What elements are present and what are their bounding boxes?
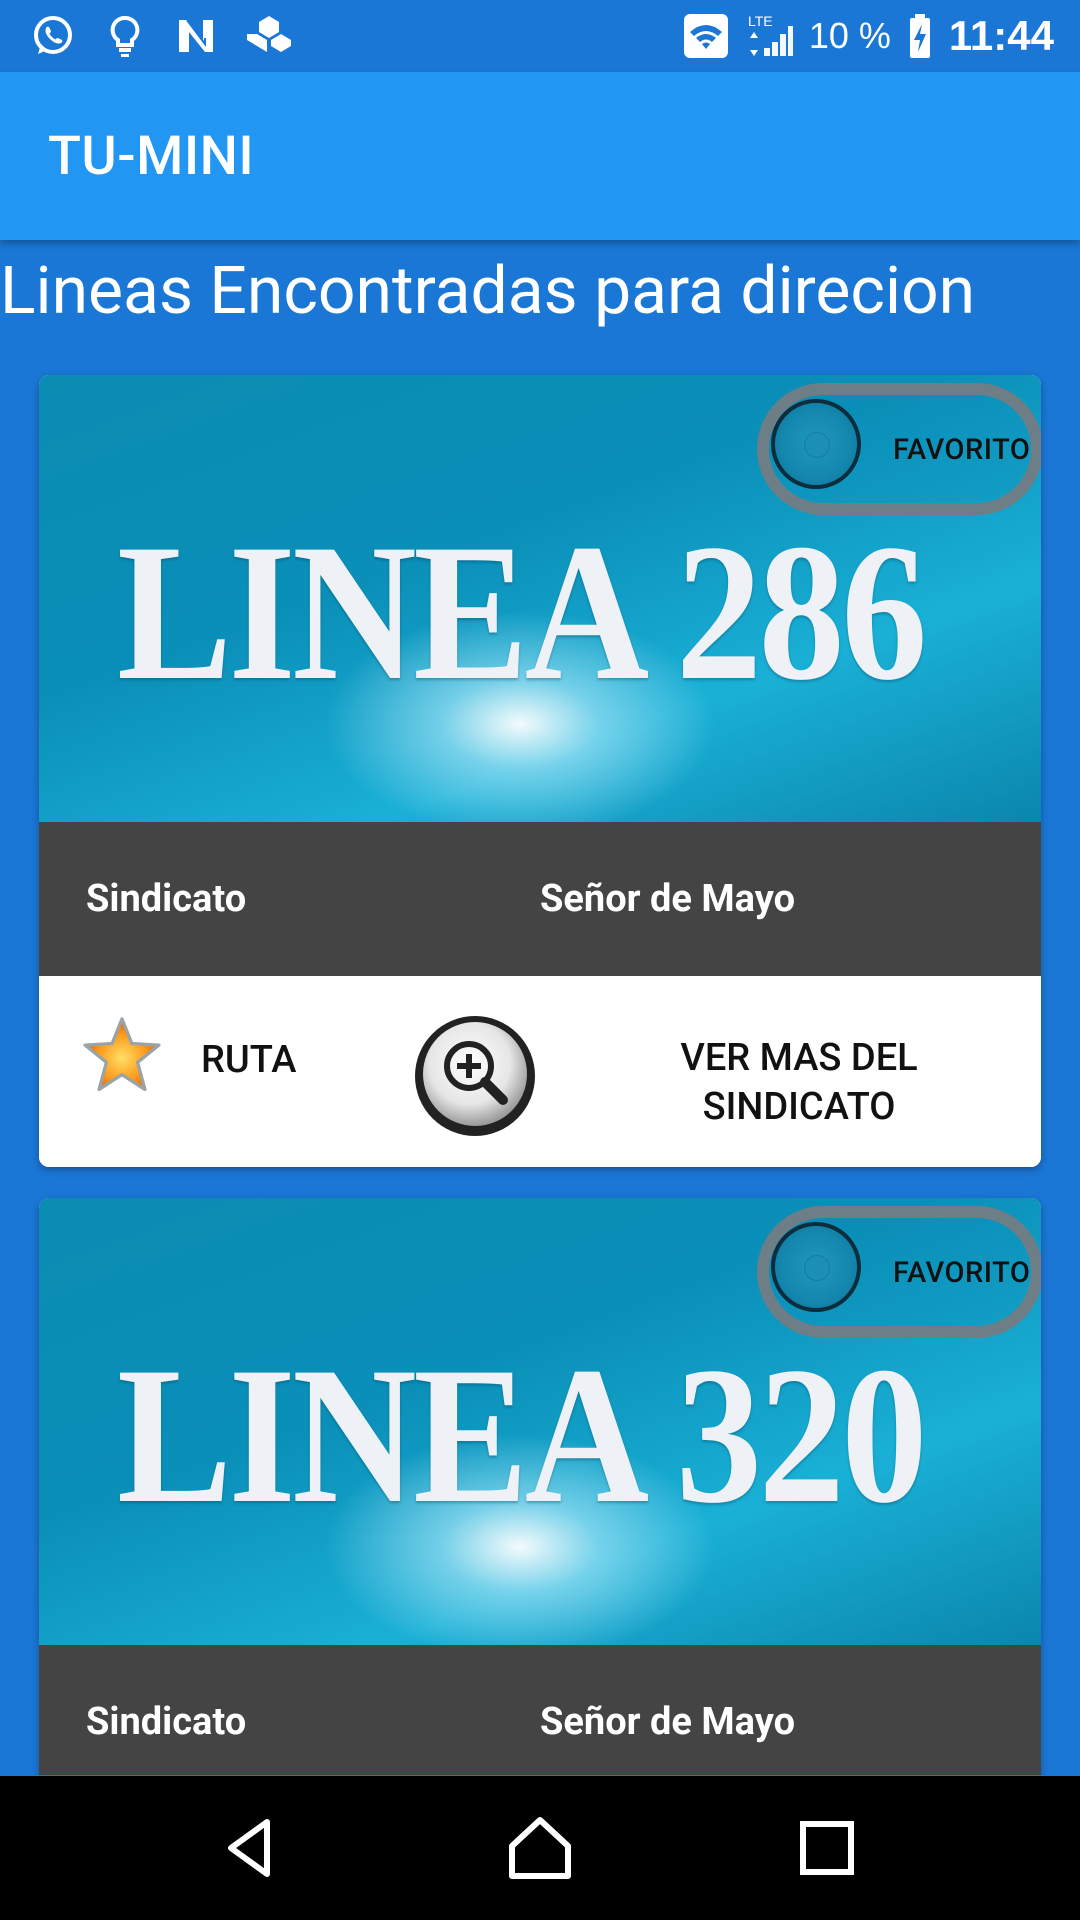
- clock: 11:44: [948, 12, 1054, 59]
- favorite-toggle[interactable]: FAVORITO: [741, 375, 1041, 525]
- line-title: LINEA 320: [117, 1327, 927, 1544]
- line-info-band: Sindicato Señor de Mayo: [39, 822, 1041, 976]
- line-info-band: Sindicato Señor de Mayo: [39, 1645, 1041, 1775]
- whatsapp-icon: [28, 11, 78, 61]
- status-bar: LTE 10 % 11:44: [0, 0, 1080, 72]
- union-name: Señor de Mayo: [540, 877, 796, 921]
- union-name: Señor de Mayo: [540, 1700, 796, 1744]
- see-more-line1: VER MAS DEL: [680, 1036, 918, 1080]
- svg-text:LTE: LTE: [748, 13, 773, 29]
- line-results-list[interactable]: Lineas Encontradas para direcion LINEA 2…: [0, 240, 1080, 1775]
- see-more-line2: SINDICATO: [702, 1085, 896, 1129]
- cubes-app-icon: [244, 11, 294, 61]
- toggle-knob: [771, 1222, 861, 1312]
- union-label: Sindicato: [86, 877, 247, 921]
- lightbulb-icon: [100, 11, 150, 61]
- line-title: LINEA 286: [117, 504, 927, 721]
- recents-icon[interactable]: [782, 1803, 872, 1893]
- back-icon[interactable]: [208, 1803, 298, 1893]
- favorite-toggle[interactable]: FAVORITO: [741, 1198, 1041, 1348]
- favorite-label: FAVORITO: [893, 433, 1031, 467]
- battery-charging-icon: [905, 11, 935, 61]
- lte-signal-icon: LTE: [745, 11, 795, 61]
- see-more-union-button[interactable]: VER MAS DEL SINDICATO: [649, 1034, 949, 1132]
- union-label: Sindicato: [86, 1700, 247, 1744]
- navigation-bar: [0, 1776, 1080, 1920]
- n-app-icon: [172, 11, 222, 61]
- line-actions: RUTA VER MAS DEL SINDICATO: [39, 976, 1041, 1167]
- line-banner-image: LINEA 320 FAVORITO: [39, 1198, 1041, 1645]
- app-bar: TU-MINI: [0, 72, 1080, 240]
- line-card: LINEA 286 FAVORITO Sindicato Señor de Ma…: [39, 375, 1041, 1167]
- notification-icons: [28, 11, 294, 61]
- favorite-label: FAVORITO: [893, 1256, 1031, 1290]
- line-card: LINEA 320 FAVORITO Sindicato Señor de Ma…: [39, 1198, 1041, 1775]
- zoom-in-icon[interactable]: [411, 1012, 539, 1140]
- battery-percentage: 10 %: [808, 15, 891, 56]
- line-banner-image: LINEA 286 FAVORITO: [39, 375, 1041, 822]
- route-button[interactable]: RUTA: [201, 1038, 296, 1082]
- app-title: TU-MINI: [48, 124, 255, 188]
- page-heading: Lineas Encontradas para direcion: [0, 253, 976, 330]
- star-icon[interactable]: [81, 1014, 163, 1096]
- system-status: LTE 10 % 11:44: [681, 11, 1054, 61]
- home-icon[interactable]: [495, 1803, 585, 1893]
- toggle-knob: [771, 399, 861, 489]
- wifi-icon: [681, 11, 731, 61]
